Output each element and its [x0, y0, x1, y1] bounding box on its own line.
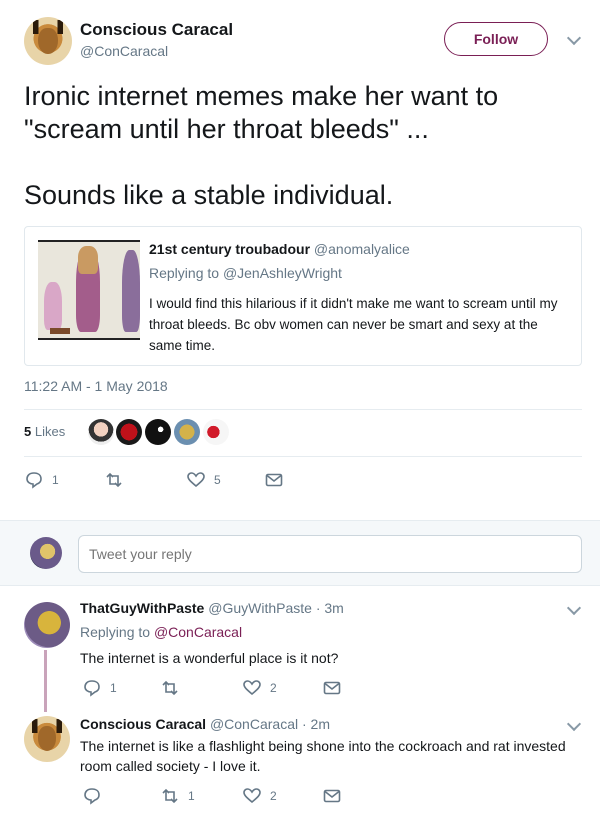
chevron-down-icon[interactable]: [566, 716, 582, 732]
replying-to-link[interactable]: @ConCaracal: [154, 624, 242, 640]
author-handle[interactable]: @ConCaracal: [80, 43, 168, 59]
reply-separator: ·: [301, 716, 307, 732]
like-action[interactable]: 5: [186, 470, 221, 490]
heart-icon: [243, 680, 261, 696]
quoted-text: I would find this hilarious if it didn't…: [149, 296, 558, 353]
quoted-replying-to: Replying to @JenAshleyWright: [149, 265, 342, 281]
tweet-text: Ironic internet memes make her want to "…: [24, 81, 499, 210]
chevron-down-icon[interactable]: [566, 30, 582, 46]
retweet-icon: [106, 472, 122, 488]
reply-time[interactable]: 2m: [311, 716, 330, 732]
chevron-down-icon[interactable]: [566, 600, 582, 616]
replying-prefix: Replying to: [80, 624, 151, 640]
liker-avatar[interactable]: [203, 419, 229, 445]
book-shape: [50, 328, 70, 334]
reply-input[interactable]: [78, 535, 582, 573]
liker-avatar[interactable]: [174, 419, 200, 445]
like-action[interactable]: 2: [242, 678, 277, 698]
reply-author-handle[interactable]: @ConCaracal: [210, 716, 298, 732]
like-count: 2: [270, 681, 277, 695]
author-name[interactable]: Conscious Caracal: [80, 20, 233, 40]
likes-count[interactable]: 5 Likes: [24, 424, 65, 439]
reply-avatar[interactable]: [24, 716, 70, 762]
divider: [24, 409, 582, 410]
liker-avatar[interactable]: [145, 419, 171, 445]
liker-avatar[interactable]: [88, 419, 114, 445]
reply-composer: [0, 520, 600, 586]
reply-avatar[interactable]: [24, 602, 70, 648]
reply-icon: [84, 788, 100, 805]
divider: [24, 456, 582, 457]
current-user-avatar[interactable]: [30, 537, 62, 569]
message-action[interactable]: [322, 678, 342, 698]
follow-button[interactable]: Follow: [444, 22, 548, 56]
reply-count: 1: [52, 473, 59, 487]
tweet-detail: Conscious Caracal @ConCaracal Follow Iro…: [0, 0, 600, 520]
likes-number: 5: [24, 424, 32, 439]
heart-icon: [187, 472, 205, 488]
figure-shape: [44, 282, 62, 330]
replying-prefix: Replying to: [149, 265, 220, 281]
reply-author-name[interactable]: ThatGuyWithPaste: [80, 600, 204, 616]
tweet-timestamp[interactable]: 11:22 AM - 1 May 2018: [24, 378, 168, 394]
message-icon: [265, 473, 283, 487]
reply-time[interactable]: 3m: [324, 600, 343, 616]
retweet-icon: [162, 788, 178, 804]
quoted-author[interactable]: 21st century troubadour @anomalyalice: [149, 241, 410, 257]
reply-replying-to: Replying to @ConCaracal: [80, 624, 242, 640]
reply-action[interactable]: [82, 786, 110, 806]
figure-shape: [78, 246, 98, 274]
figure-shape: [122, 250, 140, 332]
reply-icon: [84, 680, 100, 697]
like-action[interactable]: 2: [242, 786, 277, 806]
reply-action[interactable]: 1: [82, 678, 117, 698]
reply-icon: [26, 472, 42, 489]
message-icon: [323, 789, 341, 803]
reply-author-handle[interactable]: @GuyWithPaste: [208, 600, 312, 616]
message-action[interactable]: [322, 786, 342, 806]
message-icon: [323, 681, 341, 695]
reply-text: The internet is a wonderful place is it …: [80, 650, 339, 666]
reply-separator: ·: [315, 600, 321, 616]
reply-count: 1: [110, 681, 117, 695]
reply-author[interactable]: Conscious Caracal @ConCaracal · 2m: [80, 716, 330, 732]
reply-author[interactable]: ThatGuyWithPaste @GuyWithPaste · 3m: [80, 600, 344, 616]
retweet-icon: [162, 680, 178, 696]
quoted-author-handle[interactable]: @anomalyalice: [314, 241, 410, 257]
replying-to-link[interactable]: @JenAshleyWright: [223, 265, 342, 281]
reply-text: The internet is like a flashlight being …: [80, 738, 566, 774]
quoted-author-name[interactable]: 21st century troubadour: [149, 241, 310, 257]
retweet-action[interactable]: [160, 678, 188, 698]
like-count: 5: [214, 473, 221, 487]
message-action[interactable]: [264, 470, 284, 490]
thread-line: [44, 650, 47, 712]
retweet-action[interactable]: [104, 470, 132, 490]
liker-avatar[interactable]: [116, 419, 142, 445]
reply-author-name[interactable]: Conscious Caracal: [80, 716, 206, 732]
retweet-action[interactable]: 1: [160, 786, 195, 806]
reply-action[interactable]: 1: [24, 470, 59, 490]
heart-icon: [243, 788, 261, 804]
quoted-tweet-image[interactable]: [38, 240, 140, 340]
author-avatar[interactable]: [24, 17, 72, 65]
retweet-count: 1: [188, 789, 195, 803]
like-count: 2: [270, 789, 277, 803]
likes-label: Likes: [34, 424, 66, 439]
quoted-tweet[interactable]: 21st century troubadour @anomalyalice Re…: [24, 226, 582, 366]
